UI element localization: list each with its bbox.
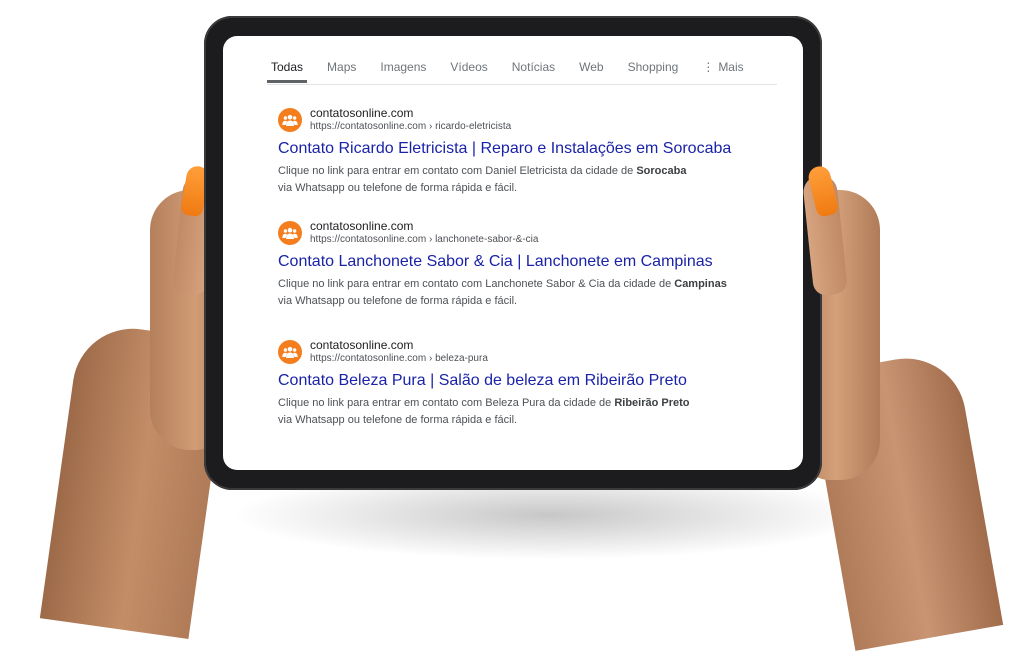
people-group-icon [278,339,302,364]
tab-imagens[interactable]: Imagens [376,58,430,82]
result-description: Clique no link para entrar em contato co… [278,163,788,197]
result-site-name: contatosonline.com [310,219,414,233]
tab-maps[interactable]: Maps [323,58,360,82]
search-result: contatosonline.com https://contatosonlin… [278,219,788,310]
result-url[interactable]: https://contatosonline.com › beleza-pura [310,352,488,365]
tab-videos[interactable]: Vídeos [446,58,491,82]
result-site-name: contatosonline.com [310,106,414,120]
result-url[interactable]: https://contatosonline.com › lanchonete-… [310,233,538,246]
tab-mais-label: Mais [718,60,744,74]
tab-mais[interactable]: ⋮ Mais [698,58,747,82]
result-desc-text: Clique no link para entrar em contato co… [278,397,615,409]
tab-todas[interactable]: Todas [267,58,308,83]
result-desc-text: Clique no link para entrar em contato co… [278,278,675,290]
result-desc-city: Ribeirão Preto [614,397,690,409]
result-desc-text: Clique no link para entrar em contato co… [278,165,637,177]
result-description: Clique no link para entrar em contato co… [278,276,788,310]
result-description: Clique no link para entrar em contato co… [278,395,788,429]
result-url[interactable]: https://contatosonline.com › ricardo-ele… [310,120,511,133]
tab-web[interactable]: Web [575,58,607,82]
result-title-link[interactable]: Contato Lanchonete Sabor & Cia | Lanchon… [278,252,788,272]
result-desc-suffix: via Whatsapp ou telefone de forma rápida… [278,414,518,426]
result-desc-city: Campinas [674,278,727,290]
tablet: Todas Maps Imagens Vídeos Notícias Web S… [204,16,822,490]
result-desc-suffix: via Whatsapp ou telefone de forma rápida… [278,182,518,194]
search-tabs: Todas Maps Imagens Vídeos Notícias Web S… [267,58,777,85]
result-desc-suffix: via Whatsapp ou telefone de forma rápida… [278,295,518,307]
result-desc-city: Sorocaba [636,165,687,177]
result-title-link[interactable]: Contato Ricardo Eletricista | Reparo e I… [278,139,788,159]
tablet-screen: Todas Maps Imagens Vídeos Notícias Web S… [223,36,803,470]
tab-shopping[interactable]: Shopping [624,58,683,82]
search-result: contatosonline.com https://contatosonlin… [278,338,788,429]
people-group-icon [278,220,302,245]
tab-noticias[interactable]: Notícias [508,58,559,82]
result-site-name: contatosonline.com [310,338,414,352]
people-group-icon [278,107,302,132]
search-result: contatosonline.com https://contatosonlin… [278,106,788,197]
result-title-link[interactable]: Contato Beleza Pura | Salão de beleza em… [278,371,788,391]
more-vert-icon: ⋮ [702,60,715,74]
